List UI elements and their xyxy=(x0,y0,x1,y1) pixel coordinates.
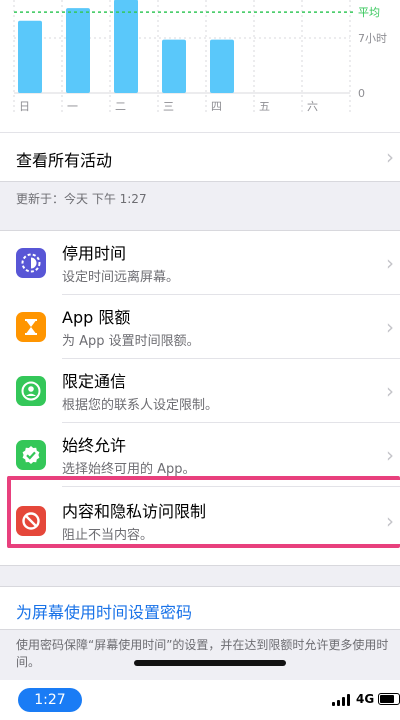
row-subtitle: 设定时间远离屏幕。 xyxy=(62,270,180,285)
row-communication-limits[interactable]: 限定通信 根据您的联系人设定限制。 › xyxy=(0,359,400,423)
x-tick-label: 四 xyxy=(211,100,222,113)
bar-日 xyxy=(18,20,42,93)
downtime-icon xyxy=(16,248,46,278)
set-passcode-link[interactable]: 为屏幕使用时间设置密码 xyxy=(16,599,192,623)
chevron-right-icon: › xyxy=(386,443,394,467)
row-title: 限定通信 xyxy=(62,372,127,391)
x-tick-label: 日 xyxy=(19,100,30,113)
x-tick-label: 六 xyxy=(307,100,318,113)
set-passcode-row[interactable]: 为屏幕使用时间设置密码 xyxy=(0,586,400,630)
chevron-right-icon: › xyxy=(386,145,394,169)
network-type: 4G xyxy=(356,692,375,706)
x-tick-label: 二 xyxy=(115,100,126,113)
bar-二 xyxy=(114,0,138,93)
row-subtitle: 根据您的联系人设定限制。 xyxy=(62,398,219,413)
highlight-frame xyxy=(7,476,400,548)
row-app-limits[interactable]: App 限额 为 App 设置时间限额。 › xyxy=(0,295,400,359)
status-bar: 1:27 4G xyxy=(0,680,400,720)
row-title: 始终允许 xyxy=(62,436,127,455)
bar-一 xyxy=(66,8,90,93)
average-label: 平均 xyxy=(358,6,380,19)
usage-chart-svg: 平均14小时7小时0日一二三四五六 xyxy=(13,0,387,115)
signal-icon xyxy=(332,694,352,706)
row-subtitle: 选择始终可用的 App。 xyxy=(62,462,196,477)
see-all-activity-row[interactable]: 查看所有活动 › xyxy=(0,132,400,182)
updated-timestamp: 更新于：今天 下午 1:27 xyxy=(16,192,147,206)
row-title: App 限额 xyxy=(62,308,131,327)
chevron-right-icon: › xyxy=(386,315,394,339)
bar-三 xyxy=(162,39,186,93)
y-tick-label: 7小时 xyxy=(358,32,387,45)
chevron-right-icon: › xyxy=(386,379,394,403)
contact-icon xyxy=(16,376,46,406)
bar-四 xyxy=(210,39,234,93)
row-downtime[interactable]: 停用时间 设定时间远离屏幕。 › xyxy=(0,231,400,295)
home-indicator xyxy=(134,660,286,666)
row-title: 停用时间 xyxy=(62,244,127,263)
usage-chart: 平均14小时7小时0日一二三四五六 xyxy=(0,0,400,132)
battery-icon xyxy=(378,693,400,705)
x-tick-label: 一 xyxy=(67,100,78,113)
see-all-activity-label: 查看所有活动 xyxy=(16,151,113,170)
row-subtitle: 为 App 设置时间限额。 xyxy=(62,334,200,349)
checkmark-badge-icon xyxy=(16,440,46,470)
status-time[interactable]: 1:27 xyxy=(18,688,82,712)
hourglass-icon xyxy=(16,312,46,342)
x-tick-label: 五 xyxy=(259,100,270,113)
x-tick-label: 三 xyxy=(163,100,174,113)
chevron-right-icon: › xyxy=(386,251,394,275)
y-tick-label: 0 xyxy=(358,87,365,100)
